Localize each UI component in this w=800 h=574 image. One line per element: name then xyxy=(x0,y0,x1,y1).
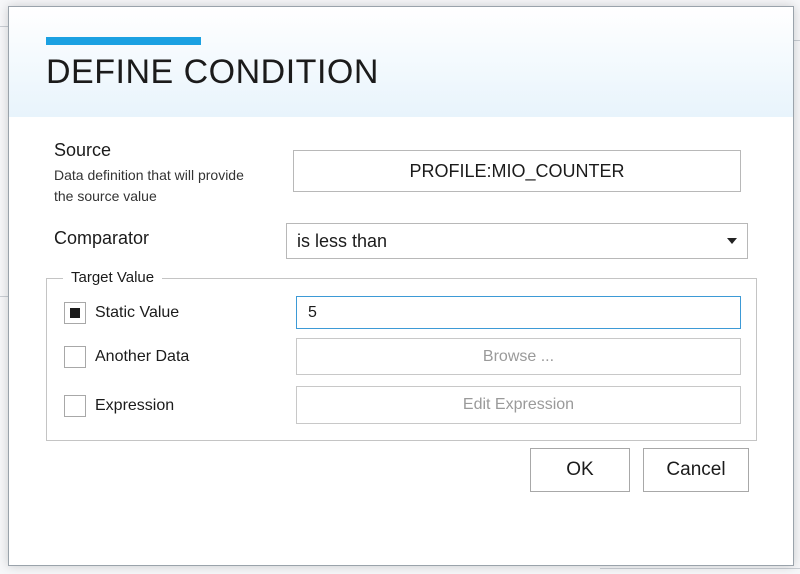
checkbox-checked-icon xyxy=(70,308,80,318)
browse-button[interactable]: Browse ... xyxy=(296,338,741,375)
expression-checkbox[interactable] xyxy=(64,395,86,417)
edit-expression-button[interactable]: Edit Expression xyxy=(296,386,741,424)
background-divider xyxy=(600,568,800,569)
static-value-input[interactable]: 5 xyxy=(296,296,741,329)
comparator-selected-value: is less than xyxy=(297,230,388,251)
cancel-button[interactable]: Cancel xyxy=(643,448,749,492)
another-data-checkbox[interactable] xyxy=(64,346,86,368)
comparator-label: Comparator xyxy=(54,228,150,248)
source-description: Data definition that will provide the so… xyxy=(54,167,244,204)
background-divider xyxy=(794,40,800,41)
accent-bar xyxy=(46,37,201,45)
source-field[interactable]: PROFILE:MIO_COUNTER xyxy=(293,150,741,192)
source-label: Source xyxy=(54,140,112,160)
ok-button[interactable]: OK xyxy=(530,448,630,492)
static-value-label: Static Value xyxy=(95,304,180,321)
chevron-down-icon xyxy=(727,238,737,244)
expression-label: Expression xyxy=(95,397,175,414)
static-value-checkbox[interactable] xyxy=(64,302,86,324)
background-divider xyxy=(0,296,8,297)
another-data-label: Another Data xyxy=(95,348,190,365)
define-condition-dialog: DEFINE CONDITION Source Data definition … xyxy=(8,6,794,566)
background-divider xyxy=(0,26,8,27)
target-value-legend: Target Value xyxy=(63,269,163,286)
comparator-select[interactable]: is less than xyxy=(286,223,748,259)
dialog-title: DEFINE CONDITION xyxy=(46,53,379,91)
